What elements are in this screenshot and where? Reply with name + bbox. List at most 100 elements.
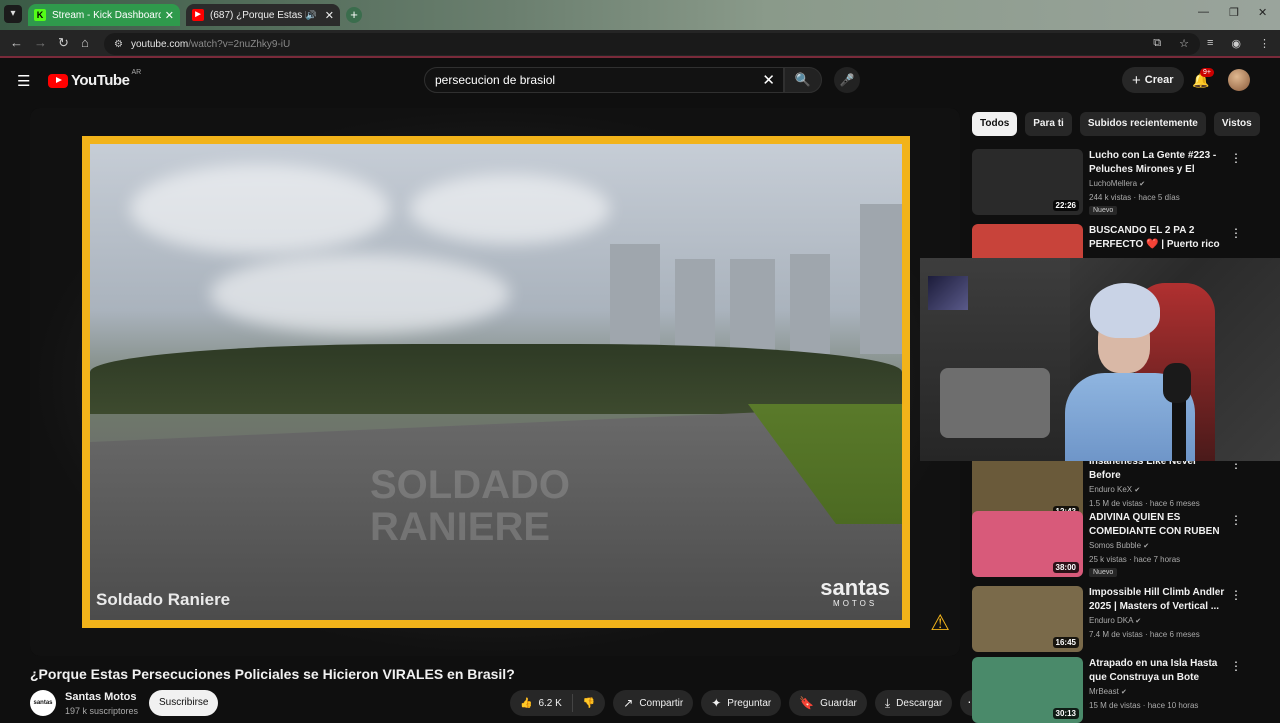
speaker-icon[interactable]: 🔊 — [306, 10, 317, 21]
dislike-button[interactable]: 👎 — [573, 698, 605, 709]
channel-avatar[interactable]: santas — [30, 690, 56, 716]
video-duration: 30:13 — [1052, 708, 1079, 719]
download-label: Descargar — [896, 697, 943, 709]
share-label: Compartir — [639, 697, 684, 709]
url-field[interactable]: ⚙ youtube.com/watch?v=2nuZhky9-iU — [104, 33, 1200, 55]
recommendation-item[interactable]: 30:13 Atrapado en una Isla Hasta que Cons… — [972, 657, 1262, 723]
recommendation-title[interactable]: Lucho con La Gente #223 - Peluches Miron… — [1089, 149, 1229, 177]
verified-icon: ✔ — [1135, 618, 1142, 625]
recommendation-thumbnail[interactable]: 22:26 — [972, 149, 1083, 215]
home-icon[interactable]: ⌂ — [81, 35, 89, 50]
recommendation-item[interactable]: 22:26 Lucho con La Gente #223 - Peluches … — [972, 149, 1262, 215]
recommendation-meta: 25 k vistas · hace 7 horas — [1089, 555, 1181, 564]
video-caption: Soldado Raniere — [96, 590, 231, 609]
chip-todos[interactable]: Todos — [972, 112, 1018, 136]
cast-icon[interactable]: ⧉ — [1153, 37, 1161, 50]
mic-icon: 🎤 — [839, 73, 855, 87]
clear-search-icon[interactable]: ✕ — [762, 71, 775, 89]
tab-kick-dashboard[interactable]: K Stream - Kick Dashboard ✕ — [28, 4, 180, 26]
more-options-icon[interactable]: ⋮ — [1230, 226, 1242, 240]
more-options-icon[interactable]: ⋮ — [1230, 151, 1242, 165]
verified-icon: ✔ — [1143, 543, 1150, 550]
subscriber-count: 197 k suscriptores — [65, 706, 139, 716]
sparkle-icon: ✦ — [711, 696, 722, 710]
recommendation-thumbnail[interactable]: 38:00 — [972, 511, 1083, 577]
close-tab-icon[interactable]: ✕ — [165, 9, 174, 22]
menu-icon[interactable]: ☰ — [17, 72, 30, 90]
more-options-icon[interactable]: ⋮ — [1230, 659, 1242, 673]
verified-icon: ✔ — [1121, 689, 1127, 696]
recommendation-title[interactable]: Impossible Hill Climb Andler 2025 | Mast… — [1089, 586, 1229, 614]
new-tab-button[interactable]: + — [346, 7, 362, 23]
create-label: Crear — [1144, 74, 1174, 86]
tab-title: (687) ¿Porque Estas Persecu — [210, 9, 306, 21]
forward-icon[interactable]: → — [34, 35, 47, 50]
address-bar: ← → ↻ ⌂ ⚙ youtube.com/watch?v=2nuZhky9-i… — [0, 30, 1280, 58]
youtube-play-icon — [48, 73, 68, 88]
webcam-overlay — [920, 258, 1280, 461]
new-badge: Nuevo — [1089, 568, 1118, 577]
profile-icon[interactable]: ◉ — [1231, 37, 1241, 50]
recommendation-title[interactable]: BUSCANDO EL 2 PA 2 PERFECTO ❤️ | Puerto … — [1089, 224, 1229, 252]
recommendation-channel[interactable]: MrBeast ✔ — [1089, 687, 1127, 696]
minimize-icon[interactable]: — — [1198, 6, 1209, 18]
search-button[interactable]: 🔍 — [784, 67, 822, 93]
recommendation-channel[interactable]: Enduro KeX ✔ — [1089, 485, 1140, 494]
video-duration: 22:26 — [1052, 200, 1079, 211]
create-button[interactable]: + Crear — [1122, 67, 1184, 93]
url-host: youtube.com — [130, 38, 189, 50]
browser-tab-bar: ▾ K Stream - Kick Dashboard ✕ ▶ (687) ¿P… — [0, 0, 1280, 30]
recommendation-channel[interactable]: Somos Bubble ✔ — [1089, 541, 1149, 550]
recommendation-title[interactable]: Atrapado en una Isla Hasta que Construya… — [1089, 657, 1229, 685]
ask-button[interactable]: ✦ Preguntar — [701, 690, 782, 716]
like-button[interactable]: 👍 6.2 K — [510, 694, 573, 712]
close-window-icon[interactable]: ✕ — [1258, 6, 1267, 19]
video-player[interactable]: SOLDADO RANIERE Soldado Raniere santas MO… — [30, 108, 960, 656]
channel-name[interactable]: Santas Motos — [65, 691, 137, 703]
tab-youtube-video[interactable]: ▶ (687) ¿Porque Estas Persecu 🔊 ✕ — [186, 4, 340, 26]
recommendation-title[interactable]: ADIVINA QUIEN ES COMEDIANTE CON RUBEN ..… — [1089, 511, 1229, 539]
warning-icon: ⚠ — [930, 610, 950, 635]
back-icon[interactable]: ← — [10, 35, 23, 50]
close-tab-icon[interactable]: ✕ — [325, 9, 334, 22]
country-code: AR — [131, 69, 142, 76]
reload-icon[interactable]: ↻ — [58, 35, 69, 51]
more-options-icon[interactable]: ⋮ — [1230, 513, 1242, 527]
recommendation-item[interactable]: 16:45 Impossible Hill Climb Andler 2025 |… — [972, 586, 1262, 652]
notifications-button[interactable]: 🔔 9+ — [1192, 68, 1214, 89]
recommendation-meta: 15 M de vistas · hace 10 horas — [1089, 701, 1199, 710]
search-box: ✕ — [424, 67, 784, 93]
chip-vistos[interactable]: Vistos — [1213, 112, 1260, 136]
search-input[interactable] — [435, 73, 755, 87]
share-button[interactable]: ↗ Compartir — [613, 690, 694, 716]
browser-menu-icon[interactable]: ⋮ — [1259, 37, 1270, 50]
more-options-icon[interactable]: ⋮ — [1230, 588, 1242, 602]
logo-text: YouTube — [71, 72, 130, 89]
video-frame: SOLDADO RANIERE Soldado Raniere santas MO… — [82, 136, 910, 628]
kick-favicon-icon: K — [34, 9, 46, 21]
account-avatar[interactable] — [1228, 69, 1250, 91]
download-button[interactable]: ⤓ Descargar — [874, 690, 953, 716]
voice-search-button[interactable]: 🎤 — [834, 67, 860, 93]
recommendation-meta: 244 k vistas · hace 5 días — [1089, 193, 1180, 202]
site-info-icon[interactable]: ⚙ — [114, 39, 123, 50]
video-title: ¿Porque Estas Persecuciones Policiales s… — [30, 666, 515, 682]
chip-para-ti[interactable]: Para ti — [1025, 112, 1072, 136]
recommendation-thumbnail[interactable]: 16:45 — [972, 586, 1083, 652]
bookmark-star-icon[interactable]: ☆ — [1179, 37, 1189, 50]
tab-search-icon[interactable]: ▾ — [4, 5, 22, 23]
recommendation-channel[interactable]: Enduro DKA ✔ — [1089, 616, 1141, 625]
recommendation-channel[interactable]: LuchoMellera ✔ — [1089, 179, 1145, 188]
subscribe-button[interactable]: Suscribirse — [149, 690, 219, 716]
save-button[interactable]: 🔖 Guardar — [789, 690, 867, 716]
youtube-header: ☰ YouTube AR ✕ 🔍 🎤 + Crear 🔔 9+ — [0, 60, 1280, 100]
chip-recientes[interactable]: Subidos recientemente — [1079, 112, 1206, 136]
plus-icon: + — [1132, 71, 1141, 89]
download-icon: ⤓ — [884, 695, 891, 710]
share-icon: ↗ — [623, 696, 634, 710]
maximize-icon[interactable]: ❐ — [1229, 6, 1239, 19]
recommendation-item[interactable]: 38:00 ADIVINA QUIEN ES COMEDIANTE CON RUB… — [972, 511, 1262, 577]
youtube-logo[interactable]: YouTube AR — [48, 69, 142, 89]
media-control-icon[interactable]: ≡ — [1207, 37, 1213, 50]
recommendation-thumbnail[interactable]: 30:13 — [972, 657, 1083, 723]
